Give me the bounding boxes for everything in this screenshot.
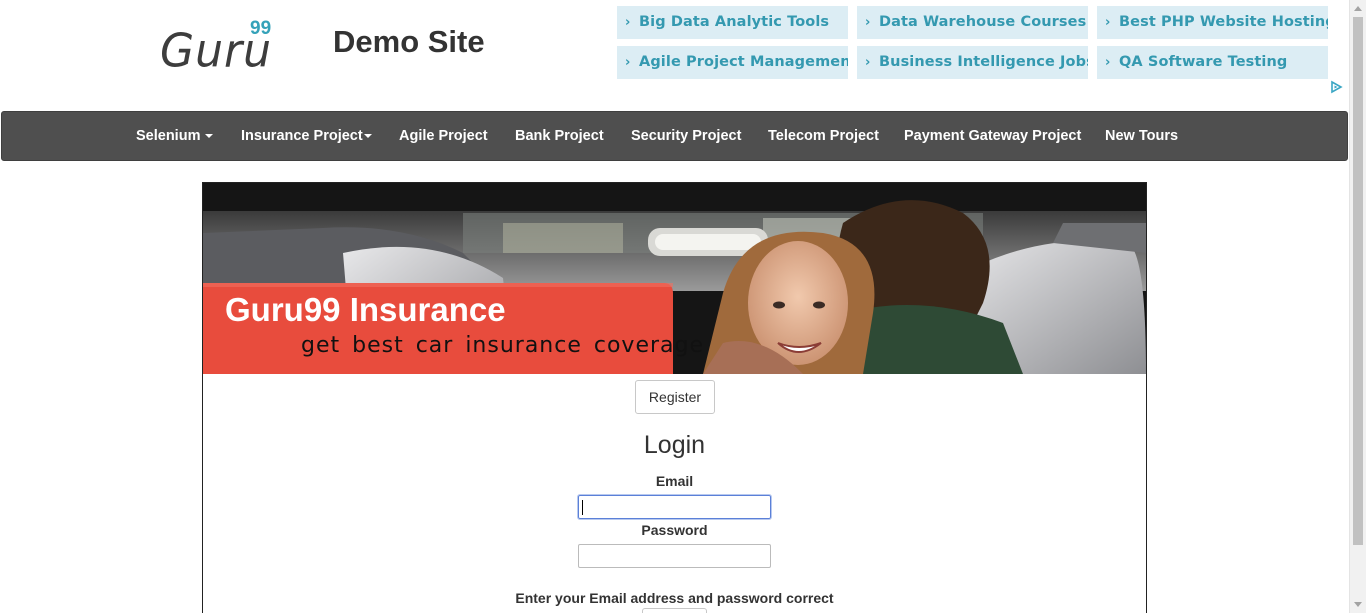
main-navbar: Selenium Insurance Project Agile Project…: [1, 111, 1348, 161]
ad-link-qa-testing[interactable]: › QA Software Testing: [1097, 46, 1328, 79]
ad-link-label: QA Software Testing: [1119, 54, 1288, 70]
nav-item-agile-project[interactable]: Agile Project: [399, 112, 488, 162]
chevron-right-icon: ›: [625, 15, 631, 30]
ad-link-label: Big Data Analytic Tools: [639, 14, 830, 30]
ad-link-label: Agile Project Management: [639, 54, 848, 70]
banner-subtitle: get best car insurance coverage: [301, 333, 705, 358]
caret-down-icon: [363, 134, 372, 139]
register-button[interactable]: Register: [635, 380, 715, 414]
logo-number: 99: [250, 18, 272, 39]
nav-item-bank-project[interactable]: Bank Project: [515, 112, 604, 162]
ad-link-data-warehouse[interactable]: › Data Warehouse Courses: [857, 6, 1088, 39]
scroll-down-arrow-icon[interactable]: [1354, 602, 1362, 607]
chevron-right-icon: ›: [865, 55, 871, 70]
page: Guru 99 Demo Site › Big Data Analytic Too…: [0, 0, 1366, 613]
site-title: Demo Site: [333, 24, 485, 59]
login-heading: Login: [643, 431, 706, 459]
ad-link-label: Data Warehouse Courses: [879, 14, 1087, 30]
nav-item-security-project[interactable]: Security Project: [631, 112, 741, 162]
banner-title: Guru99 Insurance: [225, 291, 506, 328]
chevron-right-icon: ›: [1105, 15, 1111, 30]
caret-down-icon: [205, 134, 214, 139]
nav-item-new-tours[interactable]: New Tours: [1105, 112, 1178, 162]
guru99-logo[interactable]: Guru 99: [160, 18, 290, 78]
nav-item-payment-gateway-project[interactable]: Payment Gateway Project: [904, 112, 1081, 162]
text-cursor: [582, 500, 583, 515]
scrollbar-thumb[interactable]: [1353, 17, 1363, 545]
nav-item-label: Insurance Project: [241, 128, 363, 144]
ad-link-label: Best PHP Website Hosting: [1119, 14, 1328, 30]
chevron-right-icon: ›: [625, 55, 631, 70]
adchoices-triangle-icon[interactable]: [1329, 80, 1343, 94]
ad-link-bi-jobs[interactable]: › Business Intelligence Jobs: [857, 46, 1088, 79]
nav-item-selenium[interactable]: Selenium: [136, 112, 214, 162]
login-hint: Enter your Email address and password co…: [515, 590, 834, 606]
chevron-right-icon: ›: [1105, 55, 1111, 70]
vertical-scrollbar[interactable]: [1349, 0, 1366, 613]
ad-link-big-data[interactable]: › Big Data Analytic Tools: [617, 6, 848, 39]
ad-link-agile[interactable]: › Agile Project Management: [617, 46, 848, 79]
ad-link-label: Business Intelligence Jobs: [879, 54, 1088, 70]
nav-item-telecom-project[interactable]: Telecom Project: [768, 112, 879, 162]
ad-link-php-hosting[interactable]: › Best PHP Website Hosting: [1097, 6, 1328, 39]
scroll-up-arrow-icon[interactable]: [1354, 6, 1362, 11]
password-label: Password: [641, 522, 708, 538]
nav-item-insurance-project[interactable]: Insurance Project: [241, 112, 372, 162]
nav-item-label: Selenium: [136, 128, 201, 144]
email-field[interactable]: [577, 494, 772, 520]
email-label: Email: [655, 473, 694, 489]
password-field[interactable]: [578, 544, 771, 568]
login-button[interactable]: [642, 608, 707, 613]
insurance-login-panel: Guru99 Insurance get best car insurance …: [202, 182, 1147, 613]
insurance-banner: Guru99 Insurance get best car insurance …: [203, 183, 1146, 374]
chevron-right-icon: ›: [865, 15, 871, 30]
